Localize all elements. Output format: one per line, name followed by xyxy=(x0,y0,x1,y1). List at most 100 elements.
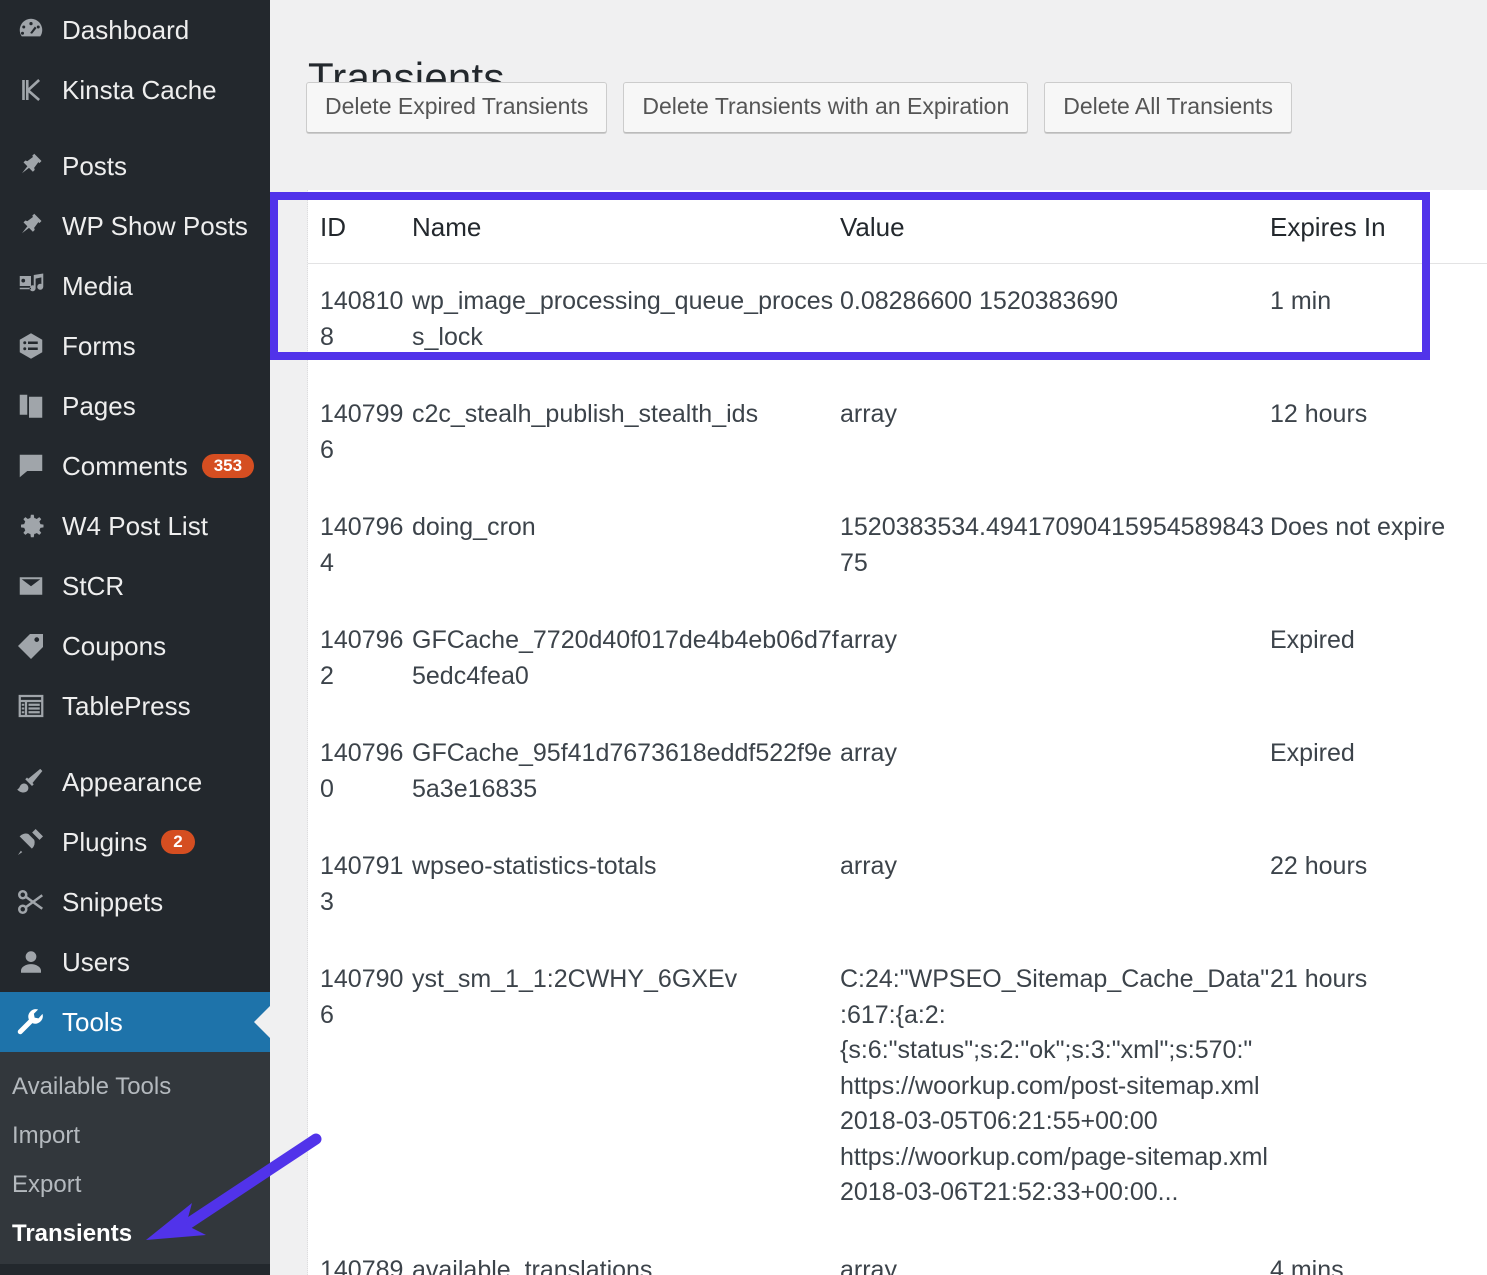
sidebar-item-w4-post-list[interactable]: W4 Post List xyxy=(0,496,270,556)
cell-name: doing_cron xyxy=(412,490,840,603)
cell-expires: Does not expire xyxy=(1270,490,1487,603)
sidebar-item-tablepress[interactable]: TablePress xyxy=(0,676,270,736)
sidebar-item-label: WP Show Posts xyxy=(62,211,248,242)
sidebar-separator xyxy=(0,120,270,136)
delete-transients-with-an-expiration-button[interactable]: Delete Transients with an Expiration xyxy=(623,82,1028,133)
cell-value: array xyxy=(840,603,1270,716)
table-body: 1408108wp_image_processing_queue_process… xyxy=(308,264,1487,1275)
sidebar-item-appearance[interactable]: Appearance xyxy=(0,752,270,812)
sidebar-item-label: Tools xyxy=(62,1007,123,1038)
sidebar-item-pages[interactable]: Pages xyxy=(0,376,270,436)
table-icon xyxy=(8,691,54,721)
sidebar-item-label: StCR xyxy=(62,571,124,602)
delete-expired-transients-button[interactable]: Delete Expired Transients xyxy=(306,82,607,133)
sidebar-item-comments[interactable]: Comments 353 xyxy=(0,436,270,496)
cell-expires: Expired xyxy=(1270,603,1487,716)
table-row[interactable]: 1407892available_translationsarray4 mins xyxy=(308,1233,1487,1275)
table-head: ID Name Value Expires In xyxy=(308,190,1487,264)
sidebar-subitem-export[interactable]: Export xyxy=(0,1160,270,1209)
media-icon xyxy=(8,271,54,301)
cell-expires: 1 min xyxy=(1270,264,1487,378)
delete-all-transients-button[interactable]: Delete All Transients xyxy=(1044,82,1292,133)
pages-icon xyxy=(8,391,54,421)
tools-submenu: Available ToolsImportExportTransients xyxy=(0,1052,270,1264)
dashboard-icon xyxy=(8,15,54,45)
kinsta-k-icon xyxy=(8,75,54,105)
sidebar-item-users[interactable]: Users xyxy=(0,932,270,992)
cell-value: C:24:"WPSEO_Sitemap_Cache_Data":617:{a:2… xyxy=(840,942,1270,1233)
cell-name: available_translations xyxy=(412,1233,840,1275)
cell-name: wpseo-statistics-totals xyxy=(412,829,840,942)
table-row[interactable]: 1407913wpseo-statistics-totalsarray22 ho… xyxy=(308,829,1487,942)
envelope-icon xyxy=(8,571,54,601)
cell-expires: 22 hours xyxy=(1270,829,1487,942)
cell-expires: 21 hours xyxy=(1270,942,1487,1233)
column-header-value[interactable]: Value xyxy=(840,190,1270,264)
cell-expires: 12 hours xyxy=(1270,377,1487,490)
sidebar-item-label: TablePress xyxy=(62,691,191,722)
sidebar-item-label: W4 Post List xyxy=(62,511,208,542)
sidebar-item-label: Users xyxy=(62,947,130,978)
sidebar-item-media[interactable]: Media xyxy=(0,256,270,316)
paintbrush-icon xyxy=(8,767,54,797)
cell-name: c2c_stealh_publish_stealth_ids xyxy=(412,377,840,490)
sidebar-item-coupons[interactable]: Coupons xyxy=(0,616,270,676)
sidebar-item-stcr[interactable]: StCR xyxy=(0,556,270,616)
table-row[interactable]: 1407964doing_cron1520383534.494170904159… xyxy=(308,490,1487,603)
sidebar-item-tools[interactable]: Tools xyxy=(0,992,270,1052)
cell-value: 0.08286600 1520383690 xyxy=(840,264,1270,378)
user-icon xyxy=(8,947,54,977)
table-header-row: ID Name Value Expires In xyxy=(308,190,1487,264)
bulk-action-buttons: Delete Expired Transients Delete Transien… xyxy=(306,82,1292,133)
sidebar-item-label: Dashboard xyxy=(62,15,189,46)
sidebar-item-badge: 2 xyxy=(161,830,194,854)
cell-name: yst_sm_1_1:2CWHY_6GXEv xyxy=(412,942,840,1233)
table-row[interactable]: 1407962GFCache_7720d40f017de4b4eb06d7f5e… xyxy=(308,603,1487,716)
column-header-name[interactable]: Name xyxy=(412,190,840,264)
sidebar-item-label: Snippets xyxy=(62,887,163,918)
sidebar-item-forms[interactable]: Forms xyxy=(0,316,270,376)
sidebar-item-label: Comments xyxy=(62,451,188,482)
column-header-expires[interactable]: Expires In xyxy=(1270,190,1487,264)
tag-icon xyxy=(8,631,54,661)
sidebar-subitem-available-tools[interactable]: Available Tools xyxy=(0,1062,270,1111)
sidebar-item-dashboard[interactable]: Dashboard xyxy=(0,0,270,60)
sidebar-item-snippets[interactable]: Snippets xyxy=(0,872,270,932)
sidebar-item-label: Appearance xyxy=(62,767,202,798)
cell-name: wp_image_processing_queue_process_lock xyxy=(412,264,840,378)
table-row[interactable]: 1407906yst_sm_1_1:2CWHY_6GXEvC:24:"WPSEO… xyxy=(308,942,1487,1233)
table-left-gutter xyxy=(270,190,308,1275)
sidebar-item-badge: 353 xyxy=(202,454,254,478)
table-row[interactable]: 1407960GFCache_95f41d7673618eddf522f9e5a… xyxy=(308,716,1487,829)
sidebar-item-label: Forms xyxy=(62,331,136,362)
sidebar-item-plugins[interactable]: Plugins2 xyxy=(0,812,270,872)
column-header-id[interactable]: ID xyxy=(308,190,412,264)
sidebar-separator xyxy=(0,736,270,752)
cell-id: 1408108 xyxy=(308,264,412,378)
cell-id: 1407962 xyxy=(308,603,412,716)
pin-icon xyxy=(8,211,54,241)
comment-bubble-icon xyxy=(8,451,54,481)
table-row[interactable]: 1408108wp_image_processing_queue_process… xyxy=(308,264,1487,378)
main-content: Transients Delete Expired TransientsDele… xyxy=(270,0,1487,1275)
wrench-icon xyxy=(8,1007,54,1037)
table-row[interactable]: 1407996c2c_stealh_publish_stealth_idsarr… xyxy=(308,377,1487,490)
sidebar-item-posts[interactable]: Posts xyxy=(0,136,270,196)
cell-name: GFCache_7720d40f017de4b4eb06d7f5edc4fea0 xyxy=(412,603,840,716)
sidebar-subitem-import[interactable]: Import xyxy=(0,1111,270,1160)
sidebar-item-label: Pages xyxy=(62,391,136,422)
cell-id: 1407964 xyxy=(308,490,412,603)
cell-id: 1407892 xyxy=(308,1233,412,1275)
cell-expires: Expired xyxy=(1270,716,1487,829)
sidebar-item-label: Media xyxy=(62,271,133,302)
transients-table: ID Name Value Expires In 1408108wp_image… xyxy=(308,190,1487,1275)
sidebar-menu: Dashboard Kinsta Cache Posts WP Show Posts M… xyxy=(0,0,270,1052)
cell-value: array xyxy=(840,1233,1270,1275)
sidebar-item-wp-show-posts[interactable]: WP Show Posts xyxy=(0,196,270,256)
transients-table-container: ID Name Value Expires In 1408108wp_image… xyxy=(308,190,1487,1275)
sidebar-subitem-transients[interactable]: Transients xyxy=(0,1209,270,1258)
sidebar-item-kinsta-cache[interactable]: Kinsta Cache xyxy=(0,60,270,120)
pin-icon xyxy=(8,151,54,181)
cell-value: array xyxy=(840,377,1270,490)
cell-id: 1407913 xyxy=(308,829,412,942)
